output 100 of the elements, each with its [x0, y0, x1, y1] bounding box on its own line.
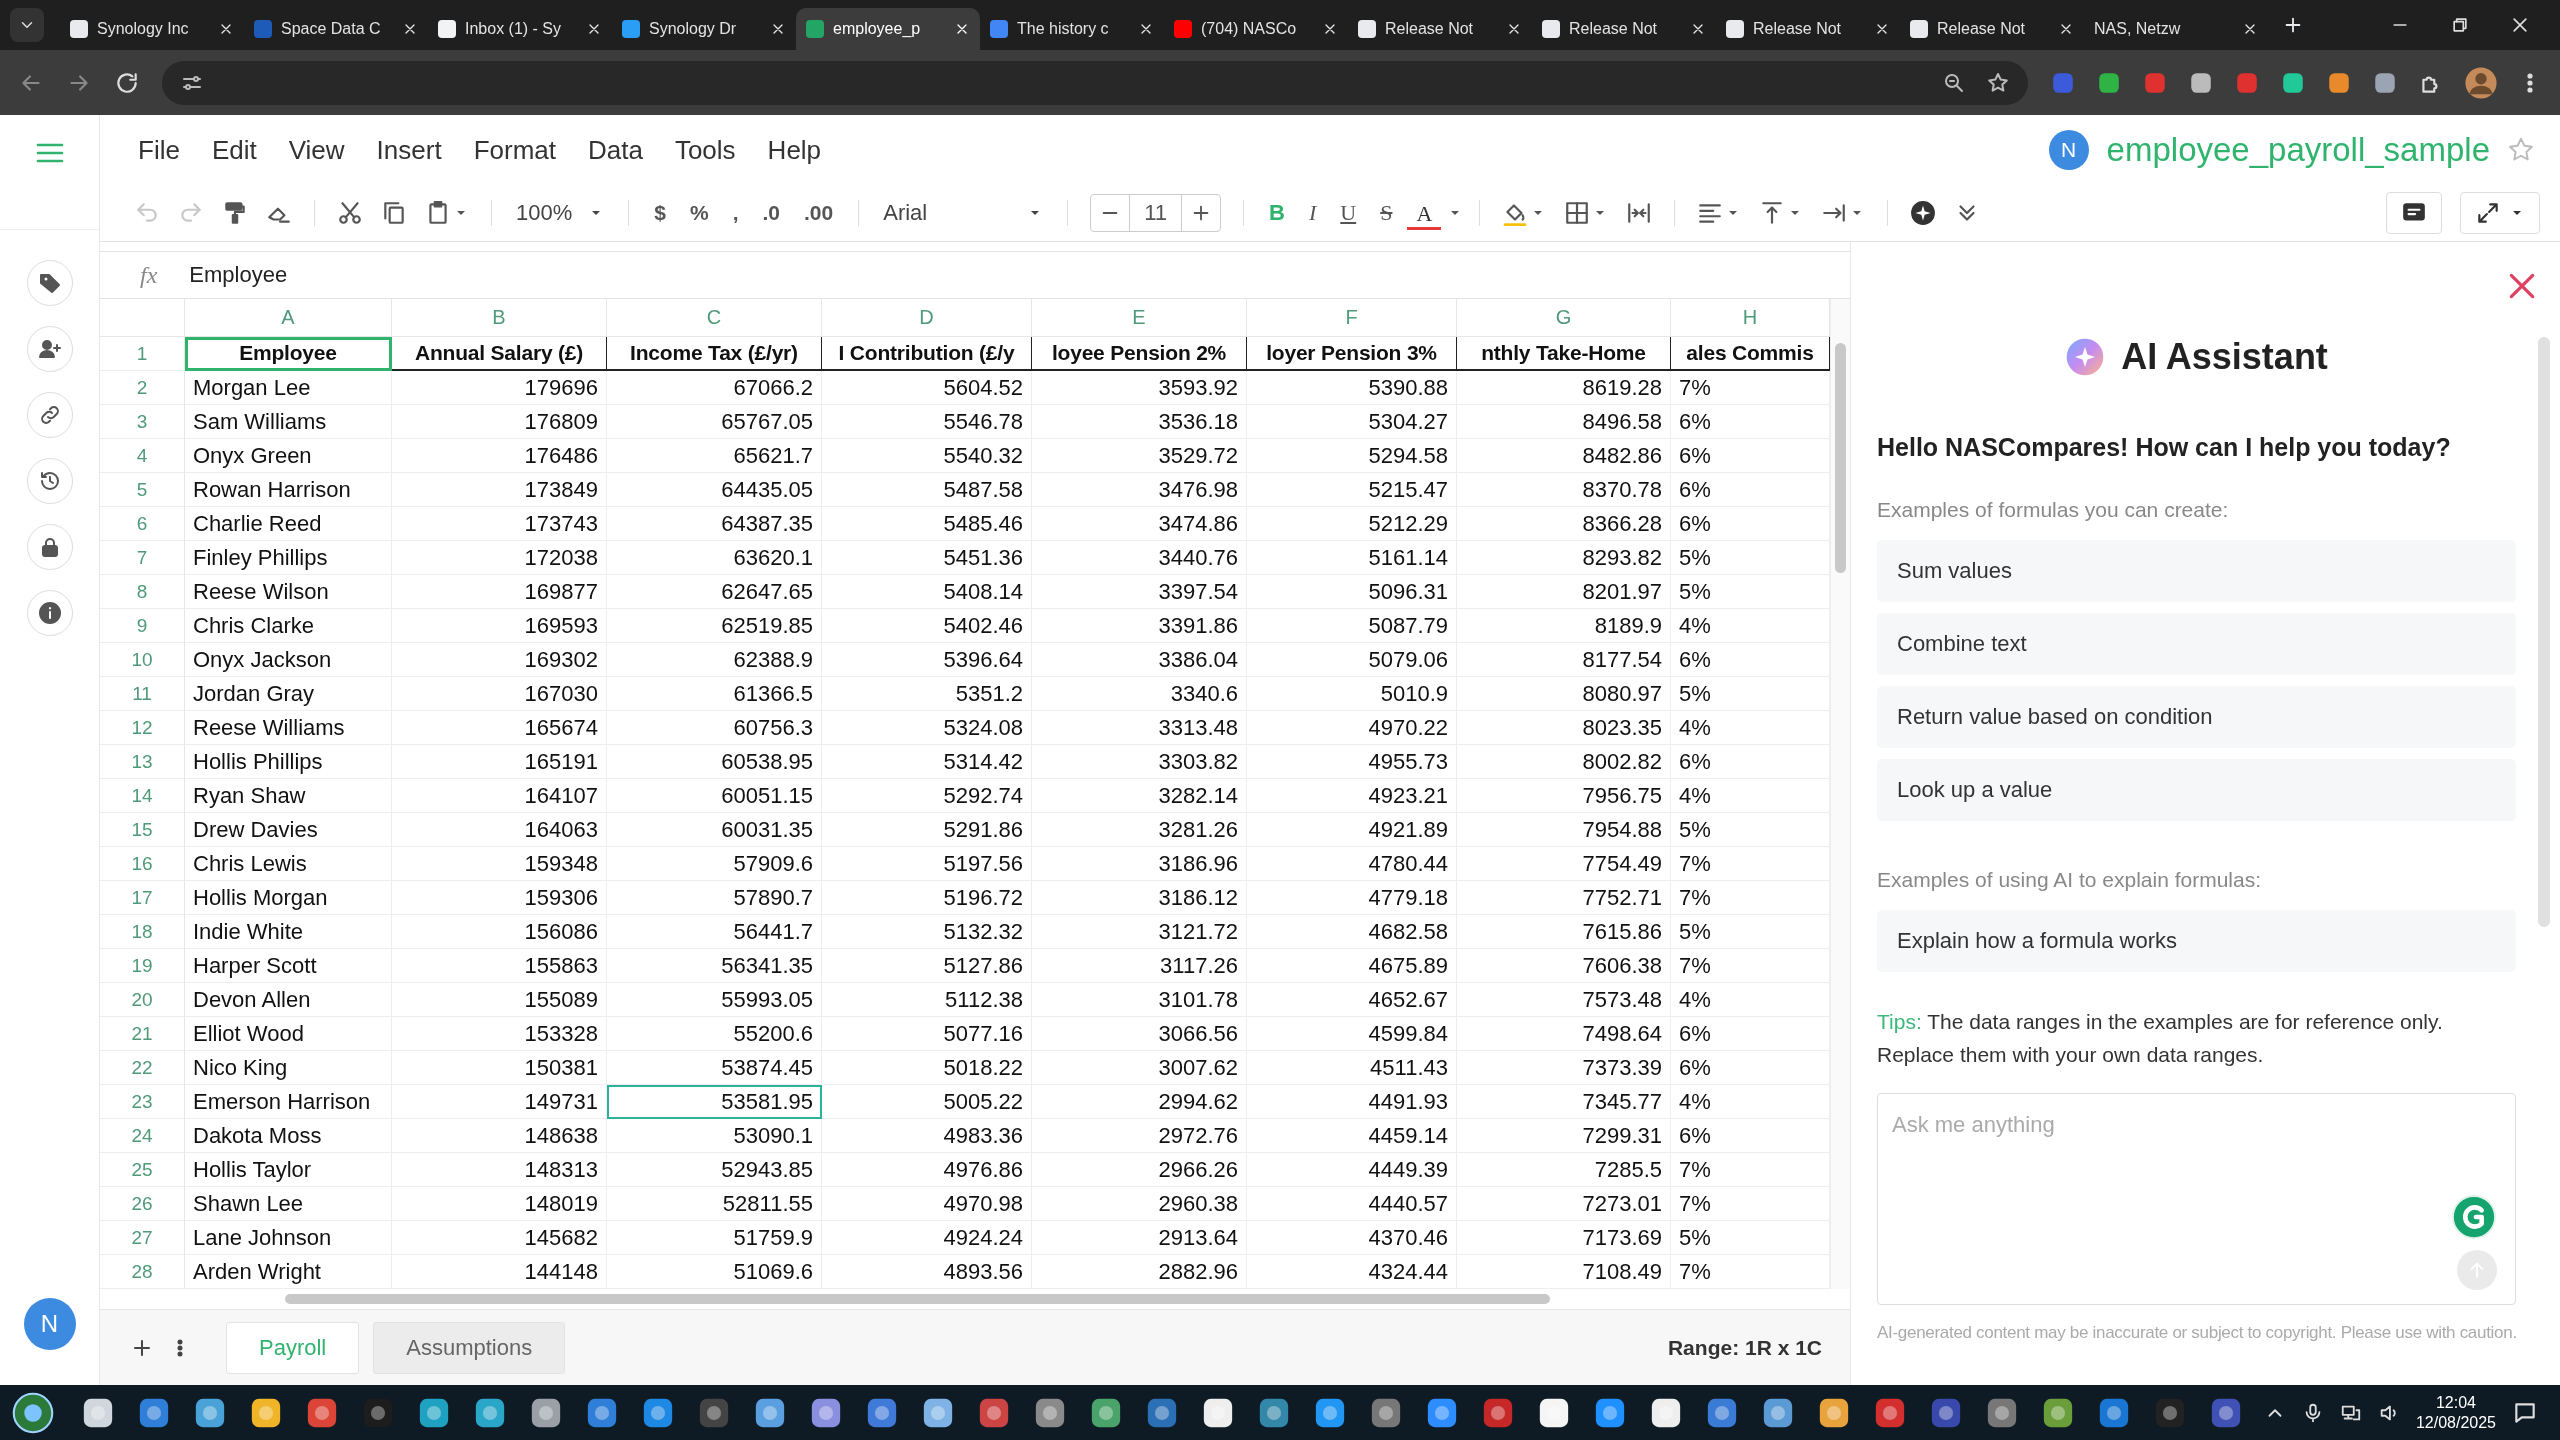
row-number[interactable]: 7 [100, 541, 185, 575]
document-title[interactable]: employee_payroll_sample [2106, 131, 2490, 169]
row-number[interactable]: 5 [100, 473, 185, 507]
clock-time[interactable]: 12:04 [2415, 1392, 2496, 1413]
copy-icon[interactable] [381, 200, 407, 226]
start-button[interactable] [12, 1391, 54, 1434]
row-number[interactable]: 9 [100, 609, 185, 643]
sheet-tab[interactable]: Assumptions [373, 1321, 566, 1374]
cut-icon[interactable] [337, 200, 363, 226]
column-header[interactable]: F [1247, 299, 1457, 337]
suggestion-button[interactable]: Combine text [1877, 613, 2516, 675]
row-number[interactable]: 14 [100, 779, 185, 813]
row-number[interactable]: 10 [100, 643, 185, 677]
menu-item[interactable]: Format [457, 128, 572, 172]
menu-item[interactable]: View [272, 128, 361, 172]
number-format-button[interactable]: , [723, 197, 748, 229]
close-icon[interactable] [2510, 15, 2530, 35]
table-cell: 8496.58 [1457, 405, 1671, 439]
browser-tab[interactable]: Inbox (1) - Sy [428, 8, 612, 50]
browser-tab[interactable]: Space Data C [244, 8, 428, 50]
browser-tab[interactable]: Release Not [1532, 8, 1716, 50]
user-avatar[interactable]: N [23, 1298, 76, 1350]
clock-date[interactable]: 12/08/2025 [2415, 1412, 2496, 1433]
column-header[interactable]: G [1457, 299, 1671, 337]
row-number[interactable]: 22 [100, 1051, 185, 1085]
borders-icon[interactable] [1564, 200, 1591, 226]
tab-search-button[interactable] [10, 8, 44, 42]
row-number[interactable]: 23 [100, 1085, 185, 1119]
row-number[interactable]: 18 [100, 915, 185, 949]
browser-tab[interactable]: Release Not [1348, 8, 1532, 50]
menu-item[interactable]: Data [572, 128, 659, 172]
paint-roller-icon[interactable] [222, 200, 248, 226]
row-number[interactable]: 15 [100, 813, 185, 847]
row-number[interactable]: 21 [100, 1017, 185, 1051]
row-number[interactable]: 20 [100, 983, 185, 1017]
browser-tab[interactable]: NAS, Netzw [2084, 8, 2268, 50]
grammarly-icon[interactable] [2451, 1194, 2497, 1240]
comments-button[interactable] [2386, 192, 2442, 234]
menu-item[interactable]: Edit [195, 128, 273, 172]
merge-cells-icon[interactable] [1626, 200, 1653, 226]
number-format-button[interactable]: .0 [753, 197, 789, 229]
browser-tab[interactable]: Release Not [1716, 8, 1900, 50]
user-avatar[interactable]: N [2048, 130, 2089, 170]
row-number[interactable]: 6 [100, 507, 185, 541]
suggestion-button[interactable]: Return value based on condition [1877, 686, 2516, 748]
profile-avatar-icon[interactable] [2464, 65, 2498, 100]
fullscreen-button[interactable] [2460, 192, 2540, 234]
row-number[interactable]: 19 [100, 949, 185, 983]
menu-item[interactable]: Insert [360, 128, 458, 172]
number-format-button[interactable]: .00 [795, 197, 843, 229]
zoom-dropdown[interactable]: 100% [508, 196, 613, 230]
ai-assistant-icon[interactable] [1910, 200, 1937, 226]
text-style-button[interactable]: S [1371, 196, 1402, 230]
menu-item[interactable]: File [122, 128, 196, 172]
suggestion-button[interactable]: Look up a value [1877, 759, 2516, 821]
scrollbar-thumb[interactable] [285, 1294, 1550, 1304]
row-number[interactable]: 17 [100, 881, 185, 915]
browser-tab[interactable]: The history c [980, 8, 1164, 50]
number-format-button[interactable]: $ [645, 197, 675, 229]
table-cell: Hollis Phillips [185, 745, 392, 779]
text-style-button[interactable]: I [1299, 196, 1326, 230]
scrollbar-thumb[interactable] [2538, 337, 2550, 927]
browser-tab[interactable]: Synology Inc [60, 8, 244, 50]
row-number[interactable]: 3 [100, 405, 185, 439]
column-header[interactable]: D [822, 299, 1032, 337]
row-number[interactable]: 27 [100, 1221, 185, 1255]
browser-tab[interactable]: Synology Dr [612, 8, 796, 50]
column-header[interactable]: A [185, 299, 392, 337]
formula-field[interactable]: Employee [189, 262, 288, 288]
chat-input[interactable]: Ask me anything [1878, 1094, 2515, 1304]
column-header[interactable]: E [1032, 299, 1247, 337]
browser-tab[interactable]: Release Not [1900, 8, 2084, 50]
column-header[interactable]: C [607, 299, 822, 337]
font-dropdown[interactable]: Arial [875, 196, 1052, 230]
row-number[interactable]: 4 [100, 439, 185, 473]
row-number[interactable]: 1 [100, 337, 185, 371]
suggestion-button[interactable]: Sum values [1877, 540, 2516, 602]
row-number[interactable]: 24 [100, 1119, 185, 1153]
browser-tab[interactable]: employee_p [796, 8, 980, 50]
text-style-button[interactable]: A [1407, 196, 1442, 230]
row-number[interactable]: 2 [100, 371, 185, 405]
menu-item[interactable]: Help [751, 128, 838, 172]
number-format-button[interactable]: % [680, 197, 718, 229]
suggestion-button[interactable]: Explain how a formula works [1877, 910, 2516, 972]
sheet-tab[interactable]: Payroll [226, 1321, 360, 1374]
row-number[interactable]: 8 [100, 575, 185, 609]
row-number[interactable]: 16 [100, 847, 185, 881]
row-number[interactable]: 11 [100, 677, 185, 711]
menu-item[interactable]: Tools [658, 128, 752, 172]
restore-icon[interactable] [2450, 15, 2470, 35]
row-number[interactable]: 26 [100, 1187, 185, 1221]
bookmark-star-icon[interactable] [1986, 70, 2010, 95]
text-style-button[interactable]: U [1331, 196, 1366, 230]
row-number[interactable]: 25 [100, 1153, 185, 1187]
row-number[interactable]: 12 [100, 711, 185, 745]
text-style-button[interactable]: B [1260, 196, 1294, 230]
row-number[interactable]: 13 [100, 745, 185, 779]
scrollbar-thumb[interactable] [1835, 343, 1846, 573]
browser-tab[interactable]: (704) NASCo [1164, 8, 1348, 50]
column-header[interactable]: B [392, 299, 607, 337]
